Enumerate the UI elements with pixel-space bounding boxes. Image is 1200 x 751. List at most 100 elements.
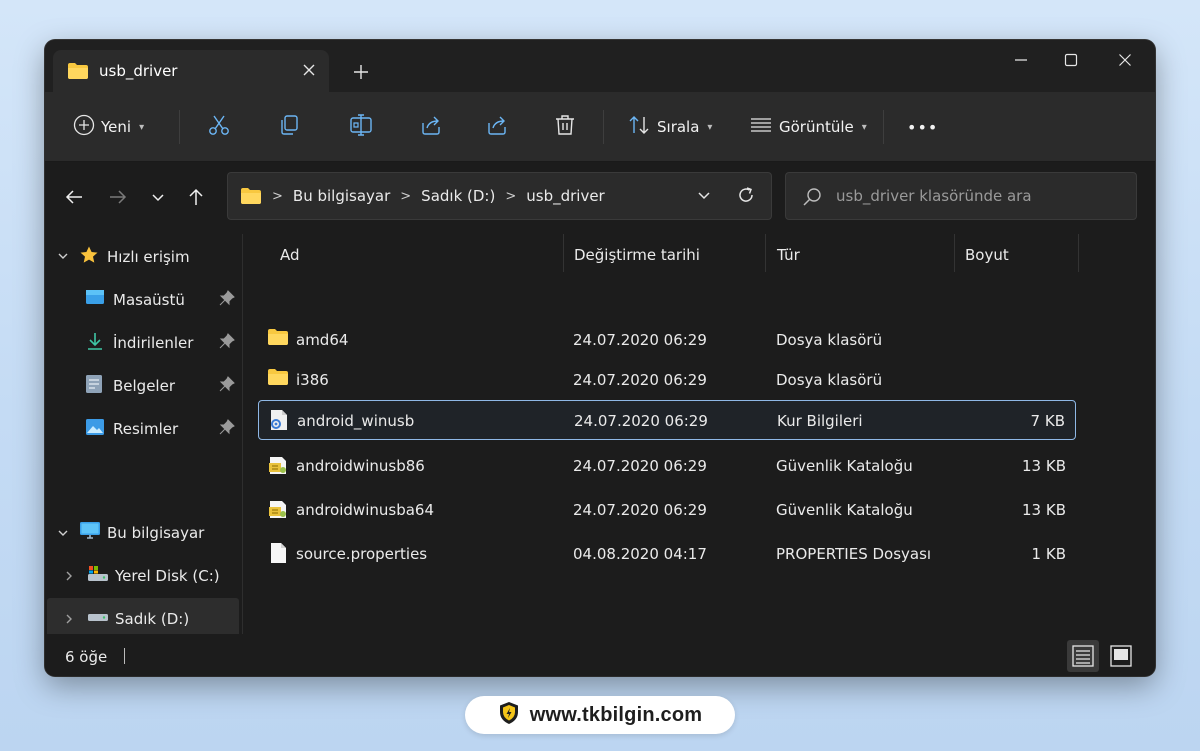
file-type: PROPERTIES Dosyası — [776, 545, 932, 563]
share-button-2[interactable] — [485, 109, 509, 145]
file-date: 24.07.2020 06:29 — [573, 331, 707, 349]
pin-icon[interactable] — [219, 333, 235, 353]
column-divider[interactable] — [1078, 234, 1079, 272]
file-list: Ad Değiştirme tarihi Tür Boyut amd64 24.… — [244, 234, 1155, 634]
close-window-button[interactable] — [1103, 44, 1147, 76]
chevron-right-icon[interactable] — [63, 570, 75, 585]
column-header-type[interactable]: Tür — [777, 234, 800, 276]
file-type: Dosya klasörü — [776, 331, 883, 349]
details-view-button[interactable] — [1067, 640, 1099, 672]
file-size: 13 KB — [1022, 501, 1066, 519]
sort-button[interactable]: Sırala ▾ — [627, 109, 712, 145]
file-icon — [267, 542, 289, 568]
sidebar-item-local-disk-c[interactable]: Yerel Disk (C:) — [45, 555, 243, 597]
navigation-bar: > Bu bilgisayar > Sadık (D:) > usb_drive… — [45, 162, 1155, 234]
file-size: 1 KB — [1031, 545, 1066, 563]
breadcrumb-this-pc[interactable]: Bu bilgisayar — [293, 187, 390, 205]
share-button[interactable] — [419, 109, 443, 145]
file-date: 04.08.2020 04:17 — [573, 545, 707, 563]
new-tab-button[interactable] — [347, 58, 375, 86]
watermark-text: www.tkbilgin.com — [529, 703, 703, 726]
breadcrumb-separator: > — [272, 188, 283, 204]
back-button[interactable] — [59, 180, 89, 214]
minimize-button[interactable] — [999, 44, 1043, 76]
sidebar-item-label: Masaüstü — [113, 291, 185, 309]
chevron-down-icon: ▾ — [139, 121, 145, 133]
sidebar-item-label: Sadık (D:) — [115, 610, 190, 628]
security-catalog-icon — [267, 454, 289, 480]
command-bar: Yeni ▾ Sırala ▾ Görüntüle ▾ ••• — [45, 92, 1155, 162]
sidebar-item-this-pc[interactable]: Bu bilgisayar — [45, 512, 243, 554]
search-input[interactable]: usb_driver klasöründe ara — [836, 187, 1032, 205]
column-divider[interactable] — [563, 234, 564, 272]
chevron-down-icon[interactable] — [57, 250, 69, 265]
cut-button[interactable] — [207, 109, 231, 145]
pin-icon[interactable] — [219, 290, 235, 310]
chevron-down-icon: ▾ — [861, 121, 867, 133]
refresh-icon[interactable] — [736, 185, 756, 209]
address-history-chevron-icon[interactable] — [696, 187, 712, 207]
file-name: androidwinusba64 — [296, 501, 434, 519]
table-row[interactable]: androidwinusba64 24.07.2020 06:29 Güvenl… — [258, 490, 1076, 530]
column-divider[interactable] — [765, 234, 766, 272]
large-icons-view-button[interactable] — [1105, 640, 1137, 672]
table-row[interactable]: androidwinusb86 24.07.2020 06:29 Güvenli… — [258, 446, 1076, 486]
sidebar-item-desktop[interactable]: Masaüstü — [45, 279, 243, 321]
pin-icon[interactable] — [219, 376, 235, 396]
delete-button[interactable] — [553, 109, 577, 145]
file-date: 24.07.2020 06:29 — [573, 371, 707, 389]
new-button[interactable]: Yeni ▾ — [73, 109, 144, 145]
tab-usb-driver[interactable]: usb_driver — [53, 50, 329, 92]
column-header-date[interactable]: Değiştirme tarihi — [574, 234, 700, 276]
sidebar-item-downloads[interactable]: İndirilenler — [45, 322, 243, 364]
copy-button[interactable] — [277, 109, 301, 145]
rename-button[interactable] — [349, 109, 373, 145]
address-bar[interactable]: > Bu bilgisayar > Sadık (D:) > usb_drive… — [227, 172, 772, 220]
new-button-label: Yeni — [101, 118, 132, 136]
sidebar-item-quick-access[interactable]: Hızlı erişim — [45, 236, 243, 278]
sidebar-item-pictures[interactable]: Resimler — [45, 408, 243, 450]
more-options-button[interactable]: ••• — [907, 109, 938, 145]
chevron-right-icon[interactable] — [63, 613, 75, 628]
file-explorer-window: usb_driver Yeni ▾ Sırala ▾ Görüntüle ▾ •… — [45, 40, 1155, 676]
close-tab-icon[interactable] — [295, 56, 323, 84]
recent-locations-button[interactable] — [143, 180, 173, 214]
table-row[interactable]: amd64 24.07.2020 06:29 Dosya klasörü — [258, 320, 1076, 360]
status-divider — [124, 648, 125, 664]
column-header-size[interactable]: Boyut — [965, 234, 1009, 276]
file-size: 7 KB — [1030, 412, 1065, 430]
file-date: 24.07.2020 06:29 — [574, 412, 708, 430]
table-row[interactable]: android_winusb 24.07.2020 06:29 Kur Bilg… — [258, 400, 1076, 440]
star-icon — [79, 245, 99, 269]
up-button[interactable] — [181, 180, 211, 214]
toolbar-divider — [603, 110, 604, 144]
folder-icon — [267, 328, 289, 350]
column-header-name[interactable]: Ad — [280, 234, 300, 276]
large-icons-view-icon — [1110, 645, 1132, 667]
table-row[interactable]: i386 24.07.2020 06:29 Dosya klasörü — [258, 360, 1076, 400]
website-watermark: www.tkbilgin.com — [465, 696, 735, 734]
chevron-down-icon: ▾ — [707, 121, 713, 133]
scissors-icon — [207, 113, 231, 141]
view-button[interactable]: Görüntüle ▾ — [749, 109, 867, 145]
file-name: i386 — [296, 371, 329, 389]
sidebar-item-label: Belgeler — [113, 377, 175, 395]
maximize-button[interactable] — [1049, 44, 1093, 76]
file-name: amd64 — [296, 331, 349, 349]
forward-button[interactable] — [103, 180, 133, 214]
breadcrumb: > Bu bilgisayar > Sadık (D:) > usb_drive… — [272, 173, 605, 219]
file-type: Dosya klasörü — [776, 371, 883, 389]
breadcrumb-separator: > — [400, 188, 412, 204]
breadcrumb-separator: > — [505, 188, 517, 204]
sort-label: Sırala — [657, 118, 700, 136]
sidebar-item-documents[interactable]: Belgeler — [45, 365, 243, 407]
folder-icon — [240, 187, 262, 209]
table-row[interactable]: source.properties 04.08.2020 04:17 PROPE… — [258, 534, 1076, 574]
pin-icon[interactable] — [219, 419, 235, 439]
breadcrumb-drive-d[interactable]: Sadık (D:) — [421, 187, 495, 205]
view-label: Görüntüle — [779, 118, 854, 136]
column-divider[interactable] — [954, 234, 955, 272]
search-box[interactable]: usb_driver klasöründe ara — [785, 172, 1137, 220]
chevron-down-icon[interactable] — [57, 527, 69, 542]
breadcrumb-usb-driver[interactable]: usb_driver — [526, 187, 604, 205]
